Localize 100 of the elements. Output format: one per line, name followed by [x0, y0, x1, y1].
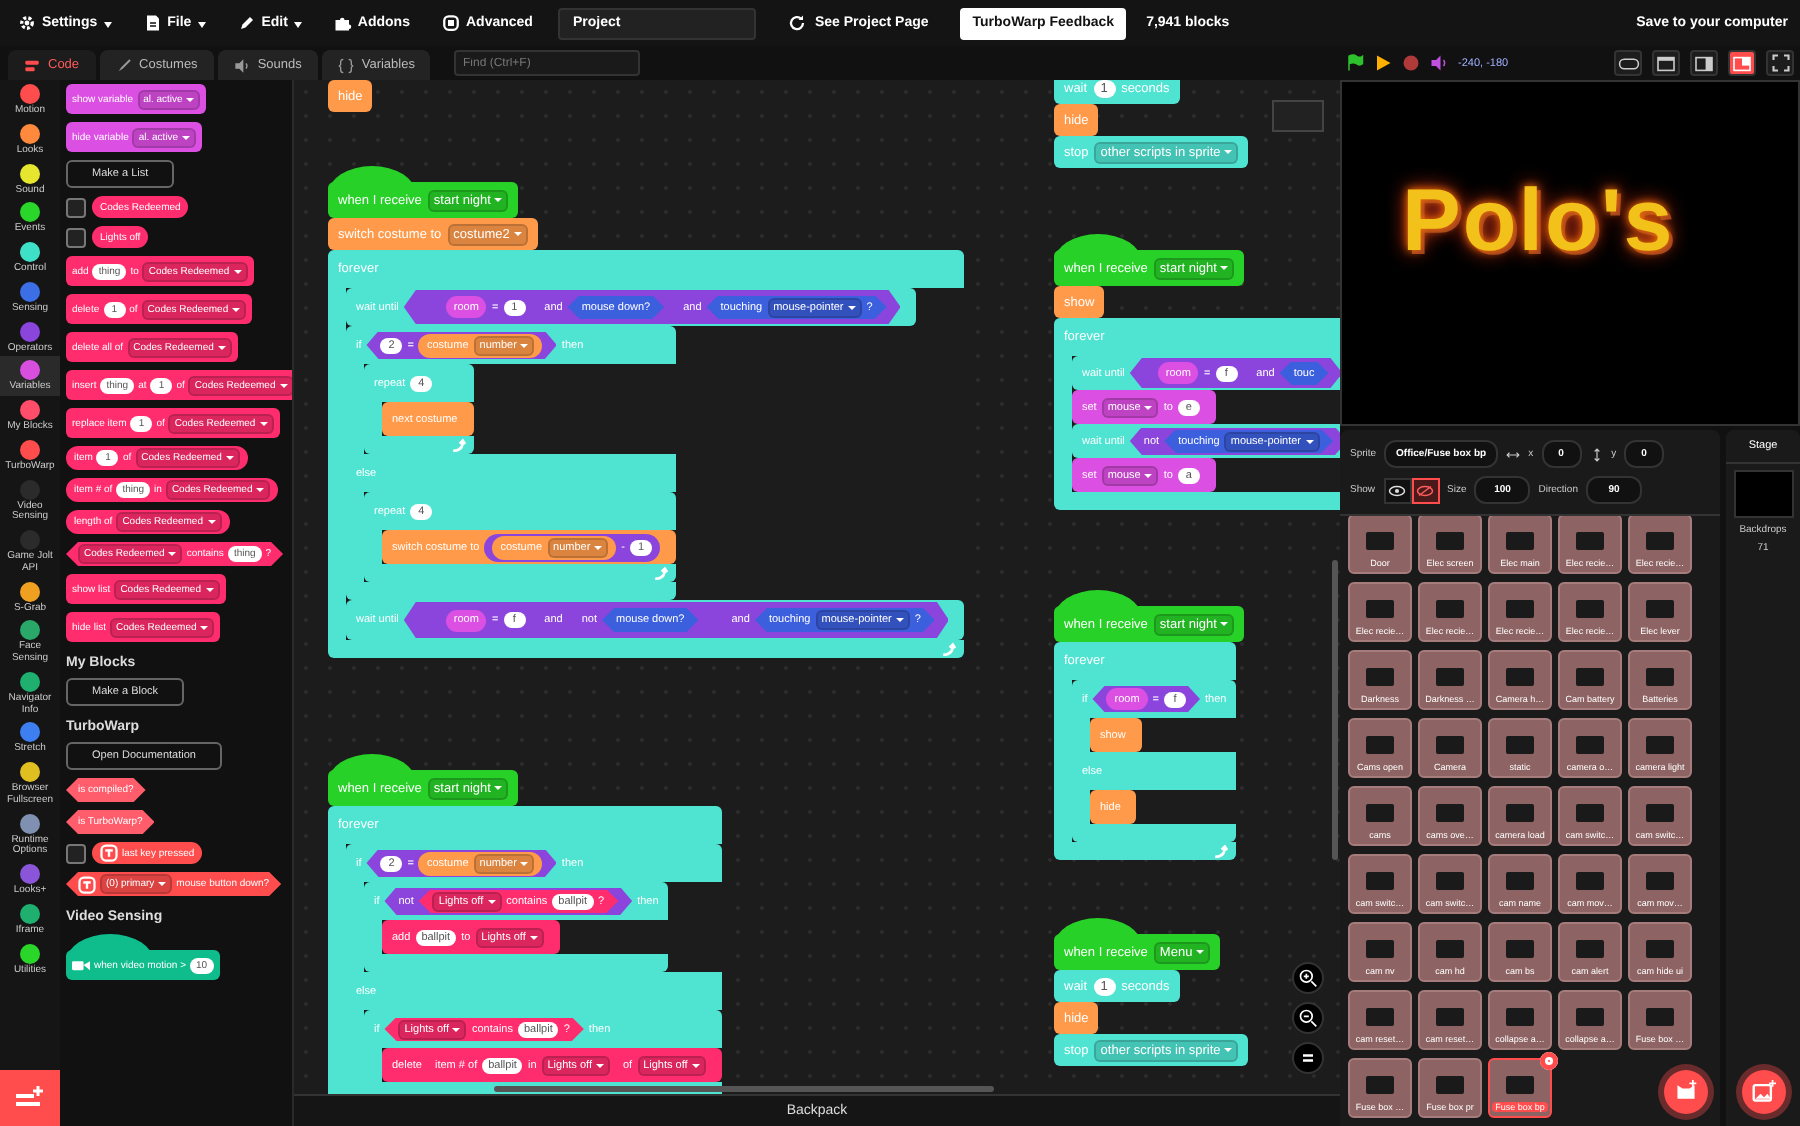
loop-arrow-icon — [449, 437, 466, 453]
zoom-in-button[interactable] — [1292, 962, 1324, 994]
normal-stage-button[interactable] — [1690, 50, 1718, 76]
stage-title-art: Polo's — [1402, 172, 1675, 272]
extension-icon — [100, 844, 118, 862]
layout-icon — [1732, 55, 1752, 71]
zoom-out-button[interactable] — [1292, 1002, 1324, 1034]
horizontal-arrows-icon — [1506, 447, 1521, 461]
stop-icon[interactable] — [1402, 54, 1420, 72]
sprite-thumbnail — [1436, 804, 1464, 822]
sprite-thumbnail — [1436, 532, 1464, 550]
sprite-thumbnail — [1646, 940, 1674, 958]
layout-icon — [1656, 55, 1676, 71]
sprite-thumbnail — [1646, 532, 1674, 550]
sprite-thumbnail — [1646, 1008, 1674, 1026]
speaker-icon — [233, 57, 250, 73]
sprite-thumbnail — [1506, 940, 1534, 958]
sprite-thumbnail — [1436, 872, 1464, 890]
video-camera-icon — [72, 956, 90, 974]
sprite-thumbnail — [1646, 804, 1674, 822]
sprite-thumbnail — [1576, 804, 1604, 822]
flag-icon[interactable] — [1346, 54, 1364, 72]
eye-icon — [1388, 483, 1407, 497]
image-icon — [1752, 1080, 1776, 1104]
sprite-thumbnail — [1646, 736, 1674, 754]
loop-arrow-icon — [940, 641, 957, 657]
sprite-thumbnail — [1576, 600, 1604, 618]
loop-arrow-icon — [1212, 843, 1229, 859]
backdrop-thumbnail[interactable] — [1733, 470, 1793, 518]
checkbox[interactable] — [66, 227, 86, 247]
hide-sprite-button[interactable] — [1411, 477, 1440, 503]
add-sprite-button[interactable] — [1664, 1070, 1708, 1114]
brush-icon — [115, 57, 132, 73]
sprite-thumbnail — [1506, 872, 1534, 890]
stage-canvas[interactable]: Polo's — [1340, 80, 1800, 426]
vertical-arrows-icon — [1589, 447, 1604, 461]
sprite-thumbnail — [1366, 532, 1394, 550]
refresh-icon — [788, 14, 807, 32]
sprite-thumbnail — [1506, 532, 1534, 550]
sprite-thumbnail — [1576, 940, 1604, 958]
large-stage-button[interactable] — [1728, 50, 1756, 76]
gamepad-icon — [1617, 55, 1639, 71]
sprite-thumbnail — [1366, 872, 1394, 890]
sprite-thumbnail — [1576, 668, 1604, 686]
zoom-reset-button[interactable] — [1292, 1042, 1324, 1074]
play-icon[interactable] — [1374, 54, 1392, 72]
sprite-thumbnail — [1506, 804, 1534, 822]
checkbox[interactable] — [66, 843, 86, 863]
fullscreen-button[interactable] — [1766, 50, 1794, 76]
zoom-out-icon — [1298, 1008, 1318, 1028]
horizontal-scrollbar[interactable] — [494, 1086, 994, 1092]
sprite-thumbnail — [1646, 872, 1674, 890]
sprite-thumbnail — [1366, 668, 1394, 686]
sprite-thumbnail — [1436, 1008, 1464, 1026]
sprite-thumbnail — [1506, 1008, 1534, 1026]
vertical-scrollbar[interactable] — [1332, 560, 1338, 860]
sprite-thumbnail — [1436, 736, 1464, 754]
settings-icon — [18, 14, 36, 32]
sprite-thumbnail — [1366, 804, 1394, 822]
add-backdrop-button[interactable] — [1742, 1070, 1786, 1114]
sprite-thumbnail — [1366, 1008, 1394, 1026]
sprite-thumbnail — [1506, 736, 1534, 754]
add-extension-button[interactable] — [0, 1070, 60, 1126]
sprite-thumbnail — [1366, 940, 1394, 958]
sprite-thumbnail — [1576, 532, 1604, 550]
extension-icon — [78, 875, 96, 893]
sprite-thumbnail — [1506, 600, 1534, 618]
sprite-thumbnail — [1646, 668, 1674, 686]
code-icon — [24, 57, 40, 73]
zoom-in-icon — [1298, 968, 1318, 988]
reset-zoom-icon — [1298, 1048, 1318, 1068]
add-extension-icon — [14, 1086, 46, 1110]
fullscreen-icon — [1771, 54, 1789, 72]
sprite-thumbnail — [1366, 736, 1394, 754]
sprite-thumbnail — [1436, 1076, 1464, 1094]
sprite-thumbnail — [1366, 1076, 1394, 1094]
layout-icon — [1694, 55, 1714, 71]
volume-icon[interactable] — [1430, 54, 1448, 72]
sprite-thumbnail — [1506, 1076, 1534, 1094]
small-stage-button[interactable] — [1652, 50, 1680, 76]
loop-arrow-icon — [652, 565, 669, 581]
sprite-thumbnail — [1576, 1008, 1604, 1026]
sprite-thumbnail — [1436, 600, 1464, 618]
show-sprite-button[interactable] — [1383, 477, 1412, 503]
checkbox[interactable] — [66, 197, 86, 217]
sprite-thumbnail — [1506, 668, 1534, 686]
sprite-thumbnail — [1366, 600, 1394, 618]
puzzle-icon — [333, 14, 352, 32]
emblem-icon — [441, 14, 460, 32]
c-block[interactable] — [328, 250, 965, 658]
pencil-icon — [237, 14, 256, 32]
sprite-thumbnail — [1436, 940, 1464, 958]
sprite-thumbnail — [1576, 736, 1604, 754]
sprite-thumbnail — [1436, 668, 1464, 686]
eye-slash-icon — [1416, 483, 1435, 497]
minimap-thumbnail — [1272, 100, 1324, 132]
sprite-thumbnail — [1646, 600, 1674, 618]
controller-button[interactable] — [1614, 50, 1642, 76]
braces-icon — [337, 57, 354, 73]
file-icon — [143, 14, 162, 32]
